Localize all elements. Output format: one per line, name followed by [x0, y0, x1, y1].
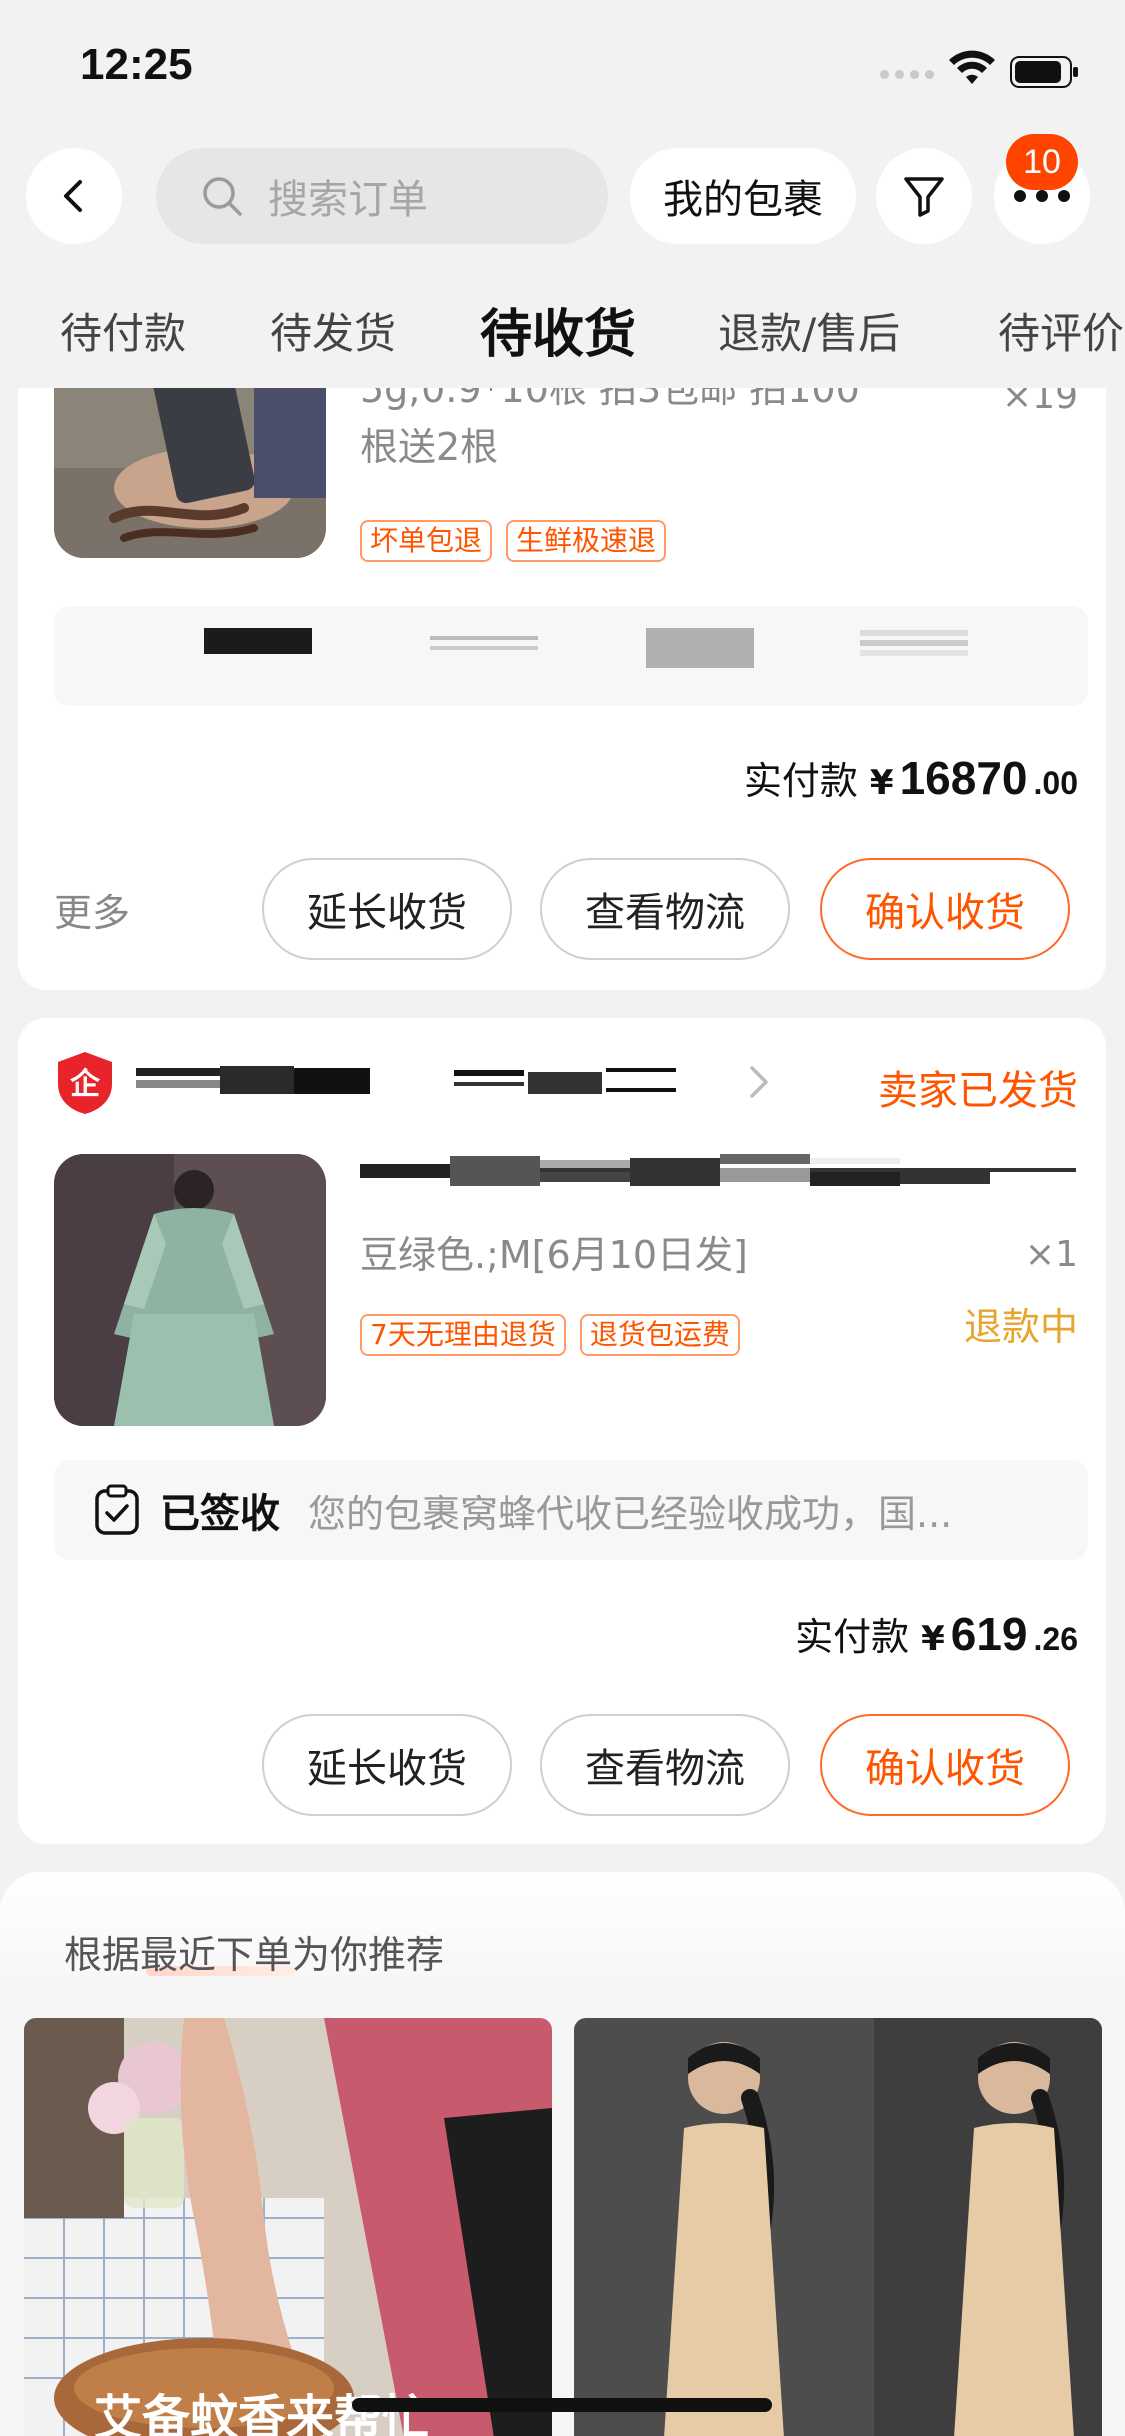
order-card: 企 卖家已发货 豆绿色.;M[6月10日发] ×1 退款中 7天无理由退货 退货… [18, 1018, 1106, 1844]
tab-pending-payment[interactable]: 待付款 [60, 300, 186, 361]
confirm-receipt-button[interactable]: 确认收货 [820, 1714, 1070, 1816]
amount-integer: 619 [950, 1608, 1028, 1660]
logistics-info[interactable]: 已签收 您的包裹窝蜂代收已经验收成功，国... [54, 1460, 1088, 1560]
filter-button[interactable] [876, 148, 972, 244]
signal-icon [880, 70, 934, 80]
chevron-left-icon [64, 180, 82, 212]
battery-icon [1010, 56, 1078, 88]
enterprise-shop-icon: 企 [58, 1052, 112, 1114]
chevron-right-icon [750, 1066, 768, 1098]
tab-pending-review[interactable]: 待评价 [998, 300, 1124, 361]
filter-icon [904, 177, 944, 217]
tab-pending-shipment[interactable]: 待发货 [270, 300, 396, 361]
paid-amount: 实付款 ¥ 16870 .00 [744, 750, 1078, 805]
currency-symbol: ¥ [869, 763, 894, 803]
recommend-section: 根据最近下单为你推荐 艾备蚊香来帮忙 [0, 1872, 1125, 2436]
service-tag: 7天无理由退货 [360, 1314, 566, 1356]
status-time: 12:25 [80, 40, 193, 89]
extend-receipt-button[interactable]: 延长收货 [262, 858, 512, 960]
recommend-item-image[interactable] [574, 2018, 1102, 2436]
recommend-item-image[interactable]: 艾备蚊香来帮忙 [24, 2018, 552, 2436]
service-tags: 坏单包退 生鲜极速退 [360, 520, 667, 562]
view-logistics-button[interactable]: 查看物流 [540, 858, 790, 960]
search-icon [203, 177, 242, 216]
home-indicator[interactable] [352, 2398, 772, 2412]
view-logistics-button[interactable]: 查看物流 [540, 1714, 790, 1816]
amount-integer: 16870 [899, 752, 1028, 804]
service-tag: 坏单包退 [360, 520, 493, 562]
product-spec: 5g;0.9*10根 拍3包邮 拍100 根送2根 [360, 388, 1000, 476]
notification-badge: 10 [1006, 134, 1078, 190]
product-spec: 豆绿色.;M[6月10日发] [360, 1233, 748, 1277]
paid-amount: 实付款 ¥ 619 .26 [795, 1606, 1078, 1661]
tab-refund-aftersale[interactable]: 退款/售后 [718, 300, 900, 361]
currency-symbol: ¥ [921, 1619, 945, 1659]
shop-logo-text: 企 [70, 1067, 101, 1102]
extend-receipt-button[interactable]: 延长收货 [262, 1714, 512, 1816]
redacted-shop-name[interactable] [136, 1062, 696, 1102]
order-tabs: 待付款 待发货 待收货 退款/售后 待评价 [0, 300, 1125, 388]
spec-line-1: 5g;0.9*10根 拍3包邮 拍100 [360, 388, 860, 411]
back-button[interactable] [26, 148, 122, 244]
order-card: 5g;0.9*10根 拍3包邮 拍100 根送2根 ×19 坏单包退 生鲜极速退… [18, 388, 1106, 990]
redacted-info-bar [54, 606, 1088, 706]
amount-decimal: .00 [1033, 765, 1078, 801]
search-placeholder: 搜索订单 [268, 177, 428, 223]
service-tag: 退货包运费 [579, 1314, 740, 1356]
my-packages-button[interactable]: 我的包裹 [630, 148, 856, 244]
spec-line-2: 根送2根 [360, 425, 499, 469]
search-input[interactable]: 搜索订单 [156, 148, 608, 244]
tab-pending-receipt[interactable]: 待收货 [480, 300, 636, 367]
product-image[interactable] [54, 388, 326, 558]
amount-decimal: .26 [1033, 1621, 1078, 1657]
logistics-status: 已签收 [160, 1491, 280, 1537]
clipboard-check-icon [95, 1484, 139, 1535]
logistics-description: 您的包裹窝蜂代收已经验收成功，国... [308, 1491, 953, 1536]
service-tags: 7天无理由退货 退货包运费 [360, 1314, 740, 1356]
wifi-icon [949, 50, 995, 84]
product-quantity: ×19 [1002, 388, 1078, 417]
order-status: 卖家已发货 [878, 1068, 1078, 1114]
nav-row: 搜索订单 我的包裹 [0, 148, 1125, 248]
redacted-product-title[interactable] [360, 1150, 1076, 1192]
recommend-title: 根据最近下单为你推荐 [64, 1933, 445, 1977]
status-bar: 12:25 [0, 0, 1125, 140]
service-tag: 生鲜极速退 [506, 520, 667, 562]
refund-status[interactable]: 退款中 [964, 1296, 1078, 1351]
paid-label: 实付款 [743, 759, 858, 803]
confirm-receipt-button[interactable]: 确认收货 [820, 858, 1070, 960]
product-image[interactable] [54, 1154, 326, 1426]
paid-label: 实付款 [795, 1615, 910, 1659]
more-link[interactable]: 更多 [54, 882, 130, 937]
product-quantity: ×1 [1024, 1234, 1078, 1275]
